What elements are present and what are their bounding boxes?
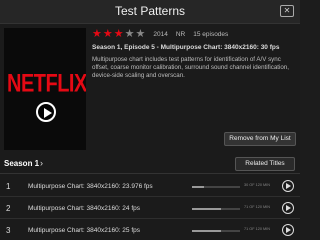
play-icon[interactable] — [282, 202, 294, 214]
play-icon[interactable] — [36, 102, 56, 122]
chevron-right-icon[interactable]: › — [40, 158, 43, 168]
page-title: Test Patterns — [114, 4, 186, 18]
title-poster[interactable]: NETFLIX — [4, 28, 86, 150]
episode-title: Multipurpose Chart: 3840x2160: 23.976 fp… — [28, 183, 153, 190]
episode-row[interactable]: 1 Multipurpose Chart: 3840x2160: 23.976 f… — [0, 175, 300, 197]
title-metadata: ★ ★ ★ ★ ★ 2014 NR 15 episodes Season 1, Epis… — [92, 28, 296, 79]
release-year: 2014 — [153, 30, 168, 38]
star-icon[interactable]: ★ — [136, 28, 146, 40]
episode-duration: 71 OF 120 MIN — [244, 205, 270, 209]
netflix-logo: NETFLIX — [7, 70, 86, 98]
star-icon[interactable]: ★ — [92, 28, 102, 40]
progress-fill — [192, 186, 204, 188]
episode-number: 3 — [6, 226, 11, 235]
progress-fill — [192, 230, 221, 232]
remove-from-list-button[interactable]: Remove from My List — [224, 132, 296, 146]
current-episode: Season 1, Episode 5 - Multipurpose Chart… — [92, 44, 280, 51]
episode-progress-bar — [192, 186, 240, 188]
episode-progress-bar — [192, 230, 240, 232]
star-icon[interactable]: ★ — [125, 28, 135, 40]
star-icon[interactable]: ★ — [114, 28, 124, 40]
play-icon[interactable] — [282, 224, 294, 236]
episode-row[interactable]: 2 Multipurpose Chart: 3840x2160: 24 fps 71… — [0, 197, 300, 219]
app-window: Test Patterns ✕ NETFLIX ★ ★ ★ ★ ★ 2014 NR 15… — [0, 0, 300, 240]
episode-number: 1 — [6, 182, 11, 191]
episode-progress-bar — [192, 208, 240, 210]
episode-number: 2 — [6, 204, 11, 213]
episode-row[interactable]: 3 Multipurpose Chart: 3840x2160: 25 fps 71… — [0, 219, 300, 240]
season-bar: Season 1 › Related Titles — [0, 152, 300, 174]
episode-title: Multipurpose Chart: 3840x2160: 24 fps — [28, 205, 141, 212]
season-selector[interactable]: Season 1 — [4, 159, 39, 168]
related-titles-button[interactable]: Related Titles — [235, 157, 295, 171]
play-icon[interactable] — [282, 180, 294, 192]
synopsis: Multipurpose chart includes test pattern… — [92, 56, 289, 79]
close-icon[interactable]: ✕ — [280, 5, 294, 17]
episode-title: Multipurpose Chart: 3840x2160: 25 fps — [28, 227, 141, 234]
star-icon[interactable]: ★ — [103, 28, 113, 40]
rating-row: ★ ★ ★ ★ ★ 2014 NR 15 episodes — [92, 28, 296, 40]
episode-count: 15 episodes — [193, 30, 229, 38]
maturity-rating: NR — [175, 30, 186, 38]
progress-fill — [192, 208, 221, 210]
episode-duration: 71 OF 120 MIN — [244, 227, 270, 231]
episode-duration: 30 OF 120 MIN — [244, 183, 270, 187]
star-rating[interactable]: ★ ★ ★ ★ ★ — [92, 28, 146, 40]
header-bar: Test Patterns ✕ — [0, 0, 300, 24]
